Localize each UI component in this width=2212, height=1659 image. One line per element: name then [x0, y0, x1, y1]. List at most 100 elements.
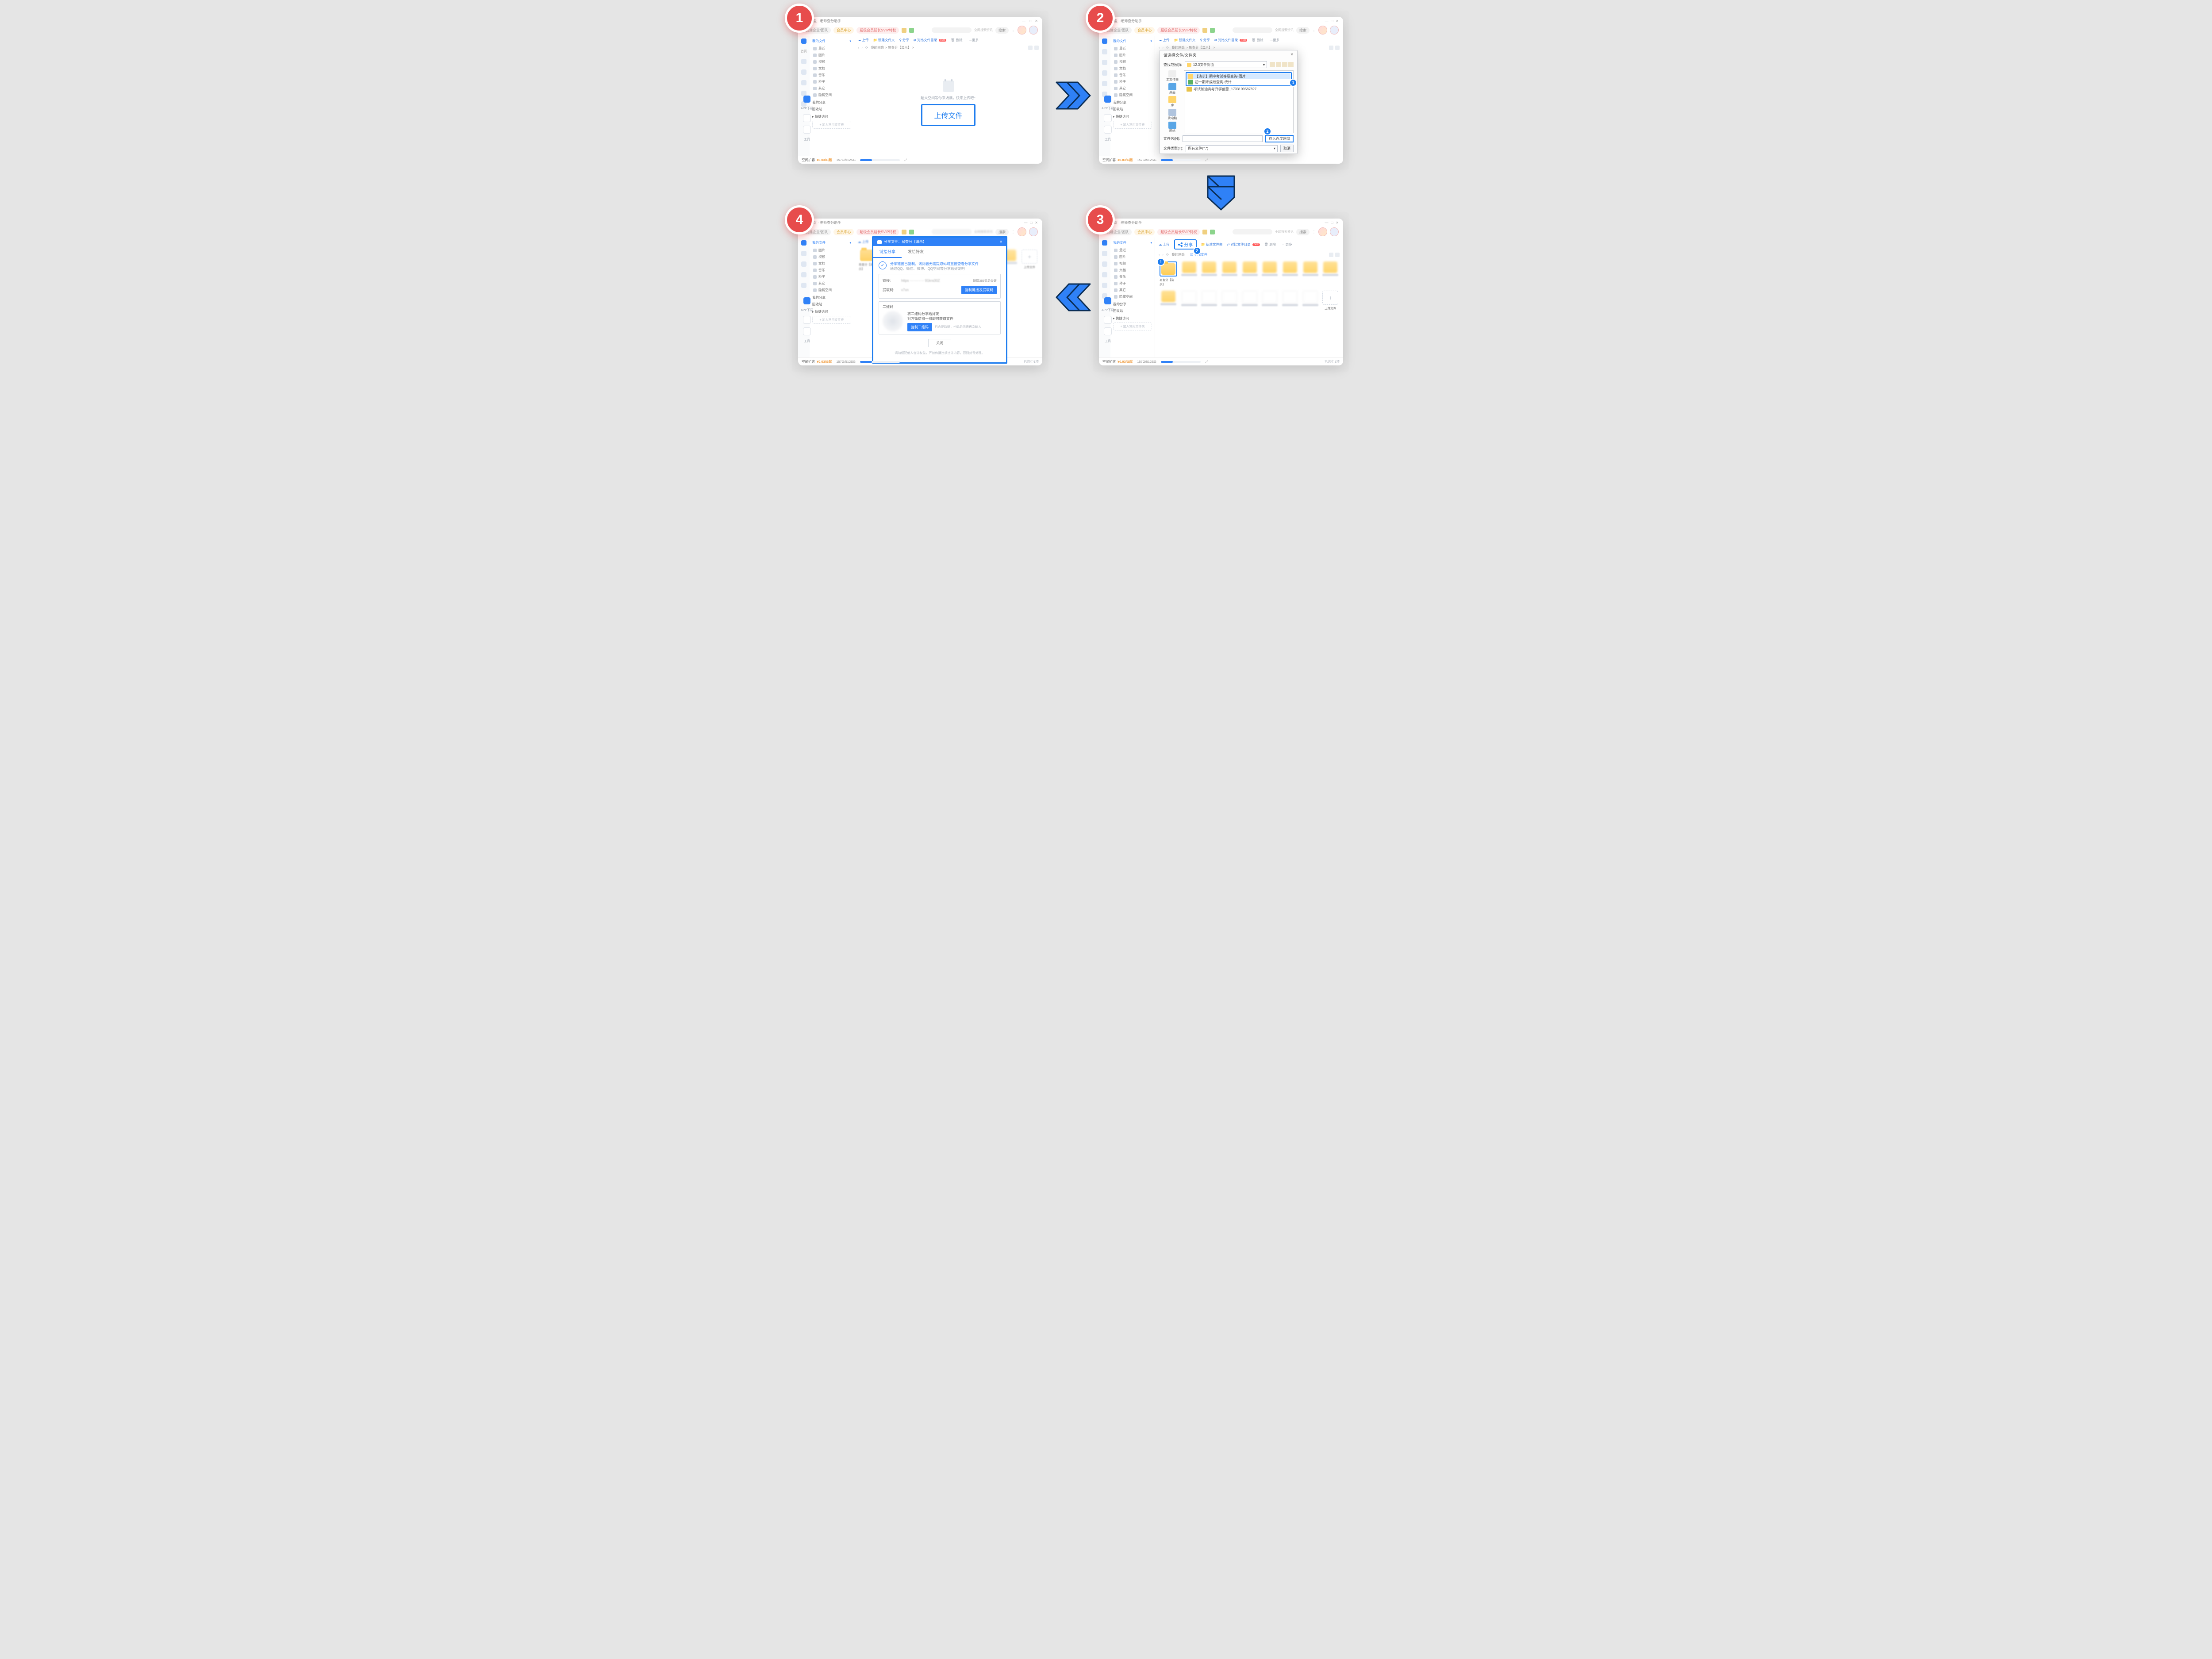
panel-step-1: 1 百度网盘 · 老师查分助手 — □ ✕ 创建企业/团队 会员中心 超级会员延… [792, 11, 1048, 170]
action-newfolder[interactable]: 📁 新建文件夹 [873, 38, 895, 42]
more-menu[interactable]: ⋮ [1011, 28, 1015, 32]
panel-step-3: 3 百度网盘 · 老师查分助手 —□✕ 创建企业/团队 会员中心 超级会员延长S… [1093, 212, 1349, 372]
search-button[interactable]: 搜索 [995, 27, 1009, 34]
gift-icon[interactable] [909, 28, 914, 33]
top-strip: 创建企业/团队 会员中心 超级会员延长SVIP特权 全网搜索资讯 搜索 ⋮ [798, 24, 1042, 36]
nav-back-icon[interactable]: ‹ [858, 46, 859, 50]
dialog-file-item[interactable]: 初一期末成绩查询-统计 [1187, 79, 1290, 85]
action-upload[interactable]: ☁ 上传 [858, 38, 869, 42]
view-toggle[interactable] [1028, 46, 1039, 50]
step-badge-2: 2 [1086, 4, 1115, 33]
search-input[interactable] [932, 27, 972, 33]
quota-bar [860, 159, 900, 161]
share-dialog: 分享文件：易查分【演示】 ✕ 链接分享 发给好友 ✓ [872, 236, 1007, 364]
avatar-icon[interactable] [1018, 26, 1026, 35]
sidebar-item-image[interactable]: 图片 [812, 52, 851, 58]
panel-step-4: 4 百度网盘 · 老师查分助手 —□✕ 创建企业/团队 会员中心 超级会员延长S… [792, 212, 1048, 372]
sidebar: 我的文件 最近 图片 视频 文档 音乐 种子 其它 隐藏空间 我的分享 回收站 … [810, 36, 854, 156]
dialog-folder-dropdown[interactable]: 12.3文件封面▾ [1185, 61, 1267, 68]
rail-transfer-icon[interactable] [801, 59, 806, 64]
share-close-icon[interactable]: ✕ [999, 240, 1002, 244]
tab-send-friend[interactable]: 发给好友 [902, 246, 930, 258]
copy-link-button[interactable]: 复制链接及提取码 [961, 286, 997, 294]
action-more[interactable]: ···更多 [969, 38, 979, 42]
upload-big-button[interactable]: 上传文件 [921, 104, 975, 126]
tutorial-canvas: 1 百度网盘 · 老师查分助手 — □ ✕ 创建企业/团队 会员中心 超级会员延… [774, 0, 1438, 442]
rail-home-icon[interactable] [801, 38, 806, 44]
dialog-file-item[interactable]: 【演示】期中考试等级查询-图片 [1187, 73, 1290, 79]
sidebar-head[interactable]: 我的文件 [812, 38, 851, 43]
sidebar-quick-head[interactable]: ▸ 快捷访问 [812, 114, 851, 119]
action-delete[interactable]: 🗑 删除 [951, 38, 963, 42]
arrow-down-icon [1203, 173, 1239, 212]
sidebar-quick-add[interactable]: + 加入常用文件夹 [812, 121, 851, 129]
sidebar-item-other[interactable]: 其它 [812, 85, 851, 92]
file-grid: 1 易查分【演示】 [1155, 258, 1343, 314]
check-circle-icon: ✓ [879, 261, 887, 269]
sidebar-recycle[interactable]: 回收站 [812, 107, 851, 111]
action-share[interactable]: ⚲ 分享 [899, 38, 909, 42]
quota-label[interactable]: 空间扩容 ¥0.03/G起 [802, 157, 832, 162]
sidebar-item-doc[interactable]: 文档 [812, 65, 851, 72]
dialog-title: 请选择文件/文件夹 [1164, 52, 1197, 58]
rail-msg-icon[interactable] [801, 69, 806, 75]
titlebar: 百度网盘 · 老师查分助手 — □ ✕ [798, 17, 1042, 24]
step-badge-1: 1 [785, 4, 814, 33]
dialog-places: 主文件夹 桌面 库 此电脑 网络 [1164, 70, 1181, 133]
filename-input[interactable] [1183, 135, 1263, 142]
breadcrumb[interactable]: 我的网盘 > 易查分【演示】 > [871, 45, 914, 50]
tab-link-share[interactable]: 链接分享 [873, 246, 902, 258]
promo-pill[interactable]: 超级会员延长SVIP特权 [856, 27, 899, 34]
tool-icon[interactable] [803, 114, 811, 122]
path-bar: ‹ › ⟳ 我的网盘 > 易查分【演示】 > [854, 44, 1042, 51]
win-close[interactable]: ✕ [1035, 19, 1038, 23]
sidebar-item-seed[interactable]: 种子 [812, 78, 851, 85]
share-tabs: 链接分享 发给好友 [873, 246, 1006, 258]
sidebar-item-hidden[interactable]: 隐藏空间 [812, 92, 851, 98]
panel-step-2: 2 百度网盘 · 老师查分助手 —□✕ 创建企业/团队 会员中心 超级会员延长S… [1093, 11, 1349, 170]
share-highlight[interactable]: 分享 [1174, 239, 1197, 250]
app-icon[interactable] [803, 96, 810, 103]
app-window: 百度网盘 · 老师查分助手 —□✕ 创建企业/团队 会员中心 超级会员延长SVI… [1099, 219, 1343, 365]
qr-label: 二维码 [883, 304, 997, 309]
nav-fwd-icon[interactable]: › [862, 46, 863, 50]
dialog-cancel-button[interactable]: 取消 [1280, 145, 1294, 152]
nav-refresh-icon[interactable]: ⟳ [865, 46, 868, 50]
arrow-left-icon [1054, 280, 1093, 315]
search-hint: 全网搜索资讯 [974, 28, 993, 32]
quota-used: 157G/512SG [836, 158, 856, 162]
filetype-dropdown[interactable]: 所有文件(*.*)▾ [1186, 145, 1278, 152]
dialog-file-item[interactable]: 考试加油高考升学创意_1733199587827 [1186, 86, 1292, 92]
tool-icon-2[interactable] [803, 126, 811, 134]
sidebar-myshare[interactable]: 我的分享 [812, 100, 851, 105]
mini-badge-1: 1 [1290, 80, 1296, 86]
step-badge-3: 3 [1086, 205, 1115, 234]
share-link[interactable]: https ············ 91kra30Z [901, 279, 969, 283]
sidebar-item-music[interactable]: 音乐 [812, 72, 851, 78]
filename-label: 文件名(N): [1164, 136, 1180, 141]
dialog-save-button[interactable]: 存入百度网盘 [1265, 135, 1294, 142]
action-compare[interactable]: ⇄ 对比文件目录new [914, 38, 946, 42]
dialog-lookin-label: 查找范围(I): [1164, 62, 1182, 67]
copy-qr-button[interactable]: 复制二维码 [907, 323, 932, 331]
share-success-line1: 分享链接已复制，访问者无需提取码可直接查看分享文件 [890, 261, 979, 266]
share-close-button[interactable]: 关闭 [928, 339, 951, 347]
rail-album-icon[interactable] [801, 80, 806, 85]
win-max[interactable]: □ [1029, 19, 1031, 23]
app-download-block: APP下载 工具 [801, 96, 813, 142]
gamepad-icon[interactable] [902, 28, 906, 33]
dialog-file-list: 【演示】期中考试等级查询-图片 初一期末成绩查询-统计 1 考试加油高考升学创意… [1184, 70, 1294, 133]
avatar-secondary-icon[interactable] [1029, 26, 1038, 35]
share-pwd[interactable]: v7xn [901, 288, 958, 292]
mini-badge-2: 2 [1264, 128, 1271, 134]
win-min[interactable]: — [1022, 19, 1025, 23]
upload-cell[interactable]: + 上传文件 [1322, 291, 1339, 310]
sidebar-item-recent[interactable]: 最近 [812, 45, 851, 52]
member-center-pill[interactable]: 会员中心 [833, 27, 854, 34]
app-window: 百度网盘 · 老师查分助手 —□✕ 创建企业/团队 会员中心 超级会员延长SVI… [1099, 17, 1343, 164]
action-bar: ☁ 上传 📁 新建文件夹 ⚲ 分享 ⇄ 对比文件目录new 🗑 删除 ···更多 [854, 36, 1042, 44]
quota-expand-icon[interactable]: ⤢ [904, 158, 907, 162]
sidebar-item-video[interactable]: 视频 [812, 58, 851, 65]
dialog-close-icon[interactable]: ✕ [1290, 52, 1294, 58]
calendar-icon [943, 81, 954, 92]
